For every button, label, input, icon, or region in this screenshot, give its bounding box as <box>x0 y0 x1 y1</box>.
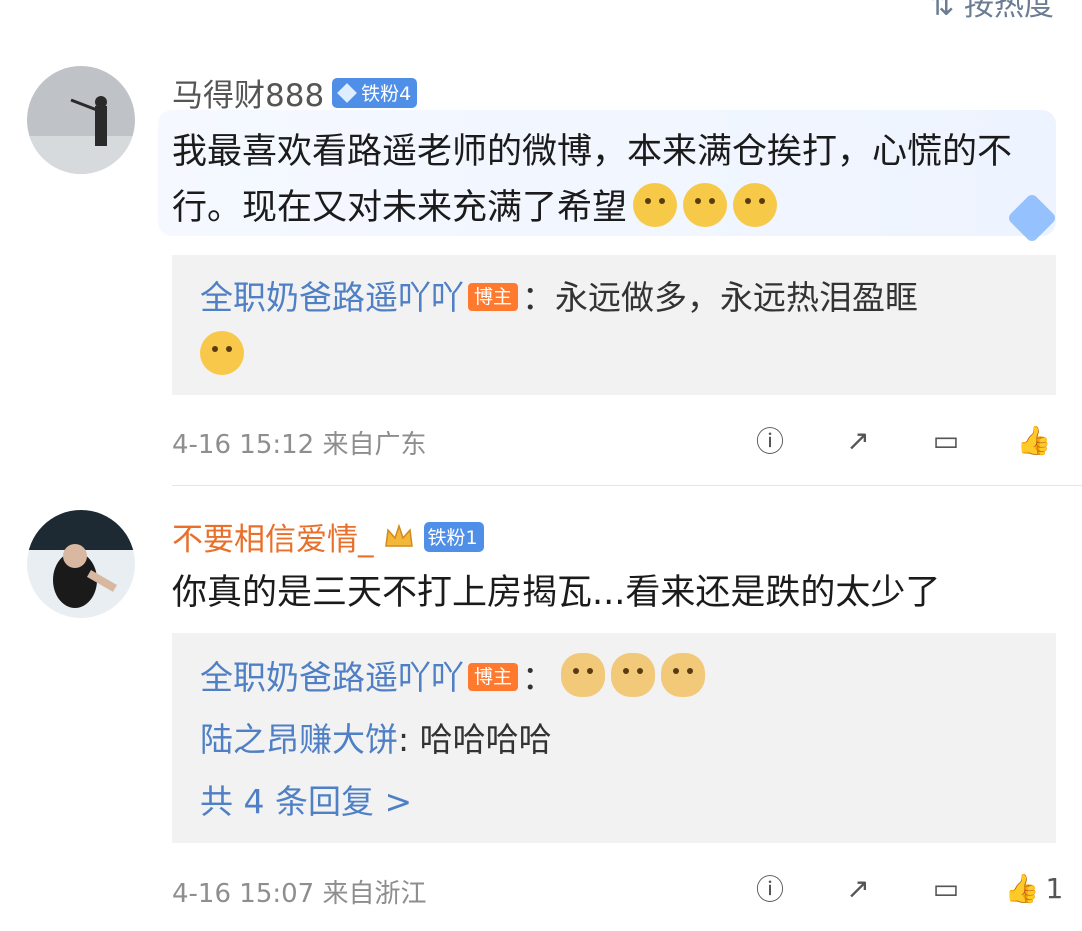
emoji-666 <box>633 183 678 227</box>
reply-box[interactable]: 全职奶爸路遥吖吖 博主 ：永远做多，永远热泪盈眶 <box>172 255 1056 395</box>
sort-icon: ⇅ <box>929 0 955 23</box>
reply-author[interactable]: 陆之昂赚大饼 <box>200 720 398 759</box>
share-icon[interactable]: ↗ <box>838 420 878 460</box>
doge-emoji <box>661 653 706 697</box>
reply-author[interactable]: 全职奶爸路遥吖吖 <box>200 658 464 697</box>
like-icon[interactable]: 👍 1 <box>1005 868 1064 908</box>
share-icon[interactable]: ↗ <box>838 868 878 908</box>
comment-icon[interactable]: ▭ <box>926 420 966 460</box>
diamond-icon <box>337 82 358 103</box>
action-bar: ⓘ ↗ ▭ 👍 1 <box>750 868 1064 908</box>
fan-badge: 铁粉1 <box>423 521 484 552</box>
like-count: 1 <box>1045 871 1064 905</box>
host-badge: 博主 <box>468 663 519 691</box>
reply-line: 陆之昂赚大饼: 哈哈哈哈 <box>200 709 1028 771</box>
avatar[interactable] <box>27 510 135 618</box>
pleading-emoji <box>200 331 244 375</box>
reply-line: 全职奶爸路遥吖吖 博主： <box>200 647 1028 709</box>
emoji-666 <box>733 183 778 227</box>
crown-icon <box>382 520 416 554</box>
comment-username[interactable]: 不要相信爱情_ 铁粉1 <box>172 514 484 559</box>
divider <box>172 485 1082 486</box>
reply-author[interactable]: 全职奶爸路遥吖吖 <box>200 278 464 317</box>
reply-text: ： <box>522 658 556 697</box>
comment-username[interactable]: 马得财888 铁粉4 <box>172 70 418 115</box>
reply-text: : 哈哈哈哈 <box>398 720 552 759</box>
comment-meta: 4-16 15:12 来自广东 <box>172 430 427 460</box>
doge-emoji <box>561 653 606 697</box>
reply-line: 全职奶爸路遥吖吖 博主 ：永远做多，永远热泪盈眶 <box>200 269 1028 385</box>
avatar[interactable] <box>27 66 135 174</box>
more-replies-link[interactable]: 共 4 条回复 > <box>200 771 1028 833</box>
comment-icon[interactable]: ▭ <box>926 868 966 908</box>
doge-emoji <box>611 653 656 697</box>
comment-text: 我最喜欢看路遥老师的微博，本来满仓挨打，心慌的不行。现在又对未来充满了希望 <box>172 132 1013 228</box>
action-bar: ⓘ ↗ ▭ 👍 <box>750 420 1054 460</box>
like-icon[interactable]: 👍 <box>1014 420 1054 460</box>
fan-badge: 铁粉4 <box>332 77 418 108</box>
sort-toggle[interactable]: ⇅ 按热度 <box>929 0 1054 24</box>
reply-text: ：永远做多，永远热泪盈眶 <box>522 278 919 317</box>
report-icon[interactable]: ⓘ <box>750 868 790 908</box>
comment-meta: 4-16 15:07 来自浙江 <box>172 879 427 909</box>
report-icon[interactable]: ⓘ <box>750 420 790 460</box>
reply-box[interactable]: 全职奶爸路遥吖吖 博主： 陆之昂赚大饼: 哈哈哈哈 共 4 条回复 > <box>172 633 1056 843</box>
emoji-666 <box>683 183 728 227</box>
comment-text: 你真的是三天不打上房揭瓦...看来还是跌的太少了 <box>172 573 941 613</box>
host-badge: 博主 <box>468 283 519 311</box>
